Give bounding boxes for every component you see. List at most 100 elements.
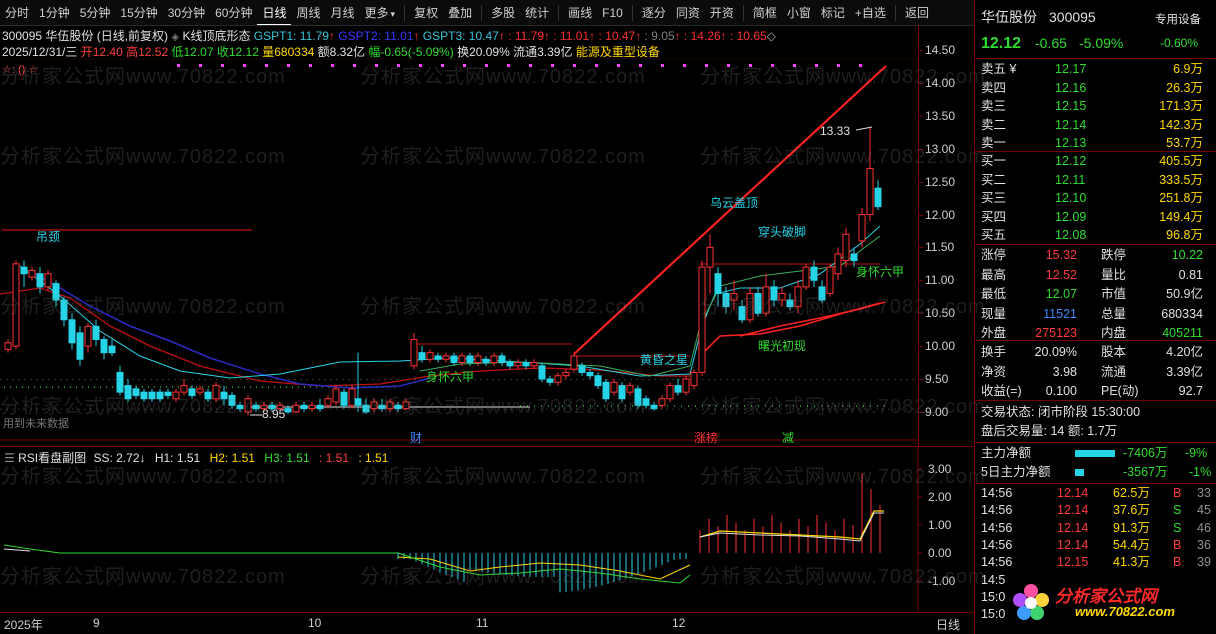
candle-body[interactable]	[802, 266, 810, 288]
candle-body[interactable]	[562, 371, 570, 377]
candle-body[interactable]	[44, 273, 52, 288]
candle-body[interactable]	[546, 378, 554, 383]
ask-row[interactable]: 卖二 12.14 142.3万	[975, 116, 1216, 135]
toolbar-btn-12[interactable]: 多股	[486, 0, 520, 25]
bid-row[interactable]: 买三 12.10 251.8万	[975, 189, 1216, 208]
bid-row[interactable]: 买一 12.12 405.5万	[975, 152, 1216, 171]
candle-body[interactable]	[514, 362, 522, 367]
toolbar-btn-11[interactable]: 叠加	[443, 0, 477, 25]
candle-body[interactable]	[4, 342, 12, 350]
toolbar-btn-16[interactable]: 逐分	[637, 0, 671, 25]
candle-body[interactable]	[658, 398, 666, 406]
candle-body[interactable]	[340, 391, 348, 406]
toolbar-btn-5[interactable]: 60分钟	[210, 0, 257, 25]
candle-body[interactable]	[292, 404, 300, 413]
candle-body[interactable]	[482, 358, 490, 364]
bid-row[interactable]: 买五 12.08 96.8万	[975, 226, 1216, 245]
pattern-label-zhangbang: 涨榜	[694, 430, 718, 445]
ask-row[interactable]: 卖四 12.16 26.3万	[975, 79, 1216, 98]
candle-body[interactable]	[706, 246, 714, 268]
candle-body[interactable]	[650, 404, 658, 410]
toolbar-btn-17[interactable]: 同资	[671, 0, 705, 25]
tick-count: 33	[1197, 486, 1211, 500]
candle-body[interactable]	[434, 355, 442, 360]
toolbar-btn-1[interactable]: 1分钟	[34, 0, 75, 25]
candle-body[interactable]	[100, 339, 108, 354]
toolbar-btn-19[interactable]: 简框	[748, 0, 782, 25]
toolbar-btn-6[interactable]: 日线	[257, 0, 292, 25]
toolbar-btn-4[interactable]: 30分钟	[163, 0, 210, 25]
toolbar-btn-8[interactable]: 月线	[326, 0, 360, 25]
candle-body[interactable]	[20, 266, 28, 275]
candle-body[interactable]	[442, 355, 450, 360]
candle-body[interactable]	[530, 362, 538, 367]
candle-body[interactable]	[28, 269, 36, 278]
candle-body[interactable]	[866, 167, 874, 216]
candle-body[interactable]	[698, 266, 706, 373]
date-tick[interactable]: 日线	[936, 616, 960, 633]
candle-body[interactable]	[68, 319, 76, 344]
toolbar-btn-14[interactable]: 画线	[563, 0, 597, 25]
toolbar-btn-0[interactable]: 分时	[0, 0, 34, 25]
toolbar-btn-20[interactable]: 小窗	[782, 0, 816, 25]
toolbar-btn-22[interactable]: +自选	[850, 0, 891, 25]
toolbar-btn-15[interactable]: F10	[597, 0, 628, 25]
candle-body[interactable]	[690, 371, 698, 387]
candle-body[interactable]	[506, 362, 514, 367]
candle-body[interactable]	[858, 214, 866, 242]
candle-body[interactable]	[522, 362, 530, 367]
candle-body[interactable]	[426, 352, 434, 360]
bid-row[interactable]: 买二 12.11 333.5万	[975, 171, 1216, 190]
candle-body[interactable]	[418, 352, 426, 360]
candle-body[interactable]	[570, 355, 578, 370]
candle-body[interactable]	[594, 375, 602, 387]
candle-body[interactable]	[554, 375, 562, 383]
candle-body[interactable]	[682, 378, 690, 393]
candle-body[interactable]	[332, 388, 340, 403]
candle-body[interactable]	[410, 339, 418, 367]
candle-body[interactable]	[324, 398, 332, 406]
toolbar-btn-13[interactable]: 统计	[520, 0, 554, 25]
candle-body[interactable]	[308, 404, 316, 410]
candle-body[interactable]	[674, 385, 682, 393]
candle-body[interactable]	[498, 355, 506, 364]
candle-body[interactable]	[874, 187, 882, 208]
toolbar-btn-7[interactable]: 周线	[291, 0, 325, 25]
candle-body[interactable]	[850, 253, 858, 262]
candle-body[interactable]	[810, 266, 818, 281]
ask-row[interactable]: 卖三 12.15 171.3万	[975, 97, 1216, 116]
candle-body[interactable]	[316, 404, 324, 410]
candle-body[interactable]	[466, 355, 474, 364]
candle-body[interactable]	[76, 332, 84, 360]
candle-body[interactable]	[578, 365, 586, 373]
candle-body[interactable]	[92, 325, 100, 341]
candle-body[interactable]	[84, 325, 92, 347]
pattern-label-high_mark: 13.33	[820, 124, 850, 138]
candle-body[interactable]	[36, 273, 44, 288]
candle-body[interactable]	[586, 371, 594, 377]
candle-body[interactable]	[458, 355, 466, 364]
toolbar-btn-9[interactable]: 更多 ▾	[360, 0, 401, 25]
kline-chart[interactable]: 吊颈身怀六甲黄昏之星乌云盖顶穿头破脚曙光初现身怀六甲13.338.95财 涨榜 减用…	[0, 26, 974, 446]
toolbar-btn-10[interactable]: 复权	[409, 0, 443, 25]
industry-badge[interactable]: 专用设备	[1155, 11, 1201, 30]
bid-row[interactable]: 买四 12.09 149.4万	[975, 208, 1216, 227]
candle-body[interactable]	[450, 355, 458, 364]
candle-body[interactable]	[300, 404, 308, 410]
candle-body[interactable]	[538, 365, 546, 380]
candle-body[interactable]	[474, 355, 482, 364]
candle-body[interactable]	[842, 233, 850, 262]
candle-body[interactable]	[108, 345, 116, 354]
toolbar-btn-21[interactable]: 标记	[816, 0, 850, 25]
five-day-flow-bar	[1075, 469, 1084, 476]
candle-body[interactable]	[666, 385, 674, 400]
toolbar-btn-23[interactable]: 返回	[900, 0, 934, 25]
toolbar-btn-18[interactable]: 开资	[705, 0, 739, 25]
toolbar-btn-3[interactable]: 15分钟	[115, 0, 162, 25]
ask-row[interactable]: 卖五 ¥ 12.17 6.9万	[975, 60, 1216, 79]
candle-body[interactable]	[348, 388, 356, 406]
candle-body[interactable]	[490, 355, 498, 364]
candle-body[interactable]	[834, 253, 842, 275]
toolbar-btn-2[interactable]: 5分钟	[75, 0, 116, 25]
toolbar-separator	[404, 4, 406, 21]
